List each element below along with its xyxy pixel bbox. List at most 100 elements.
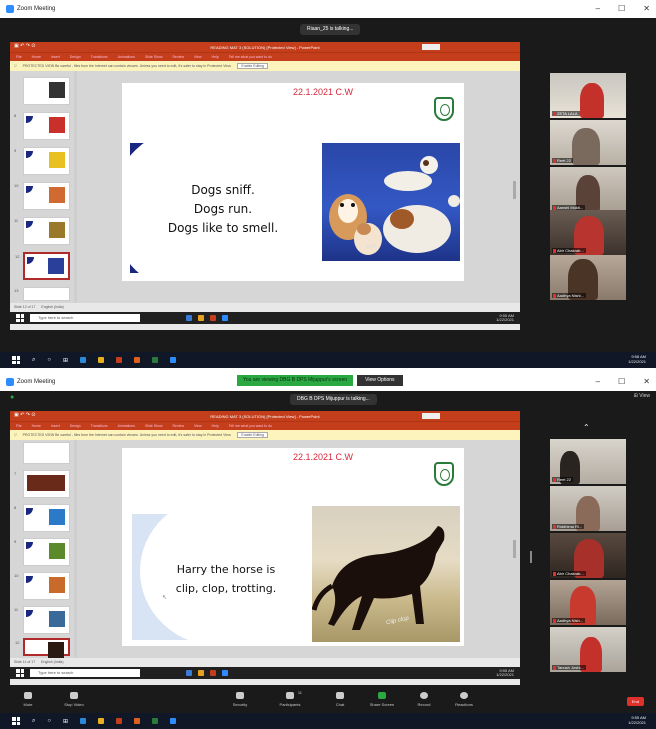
tab-slide-show[interactable]: Slide Show — [145, 55, 163, 59]
slide-thumbnail[interactable]: 7 — [14, 470, 70, 498]
powerpoint-icon[interactable] — [210, 670, 216, 676]
tab-animations[interactable]: Animations — [118, 55, 135, 59]
zoom-icon[interactable] — [170, 357, 177, 363]
minimize-icon[interactable]: – — [596, 377, 600, 386]
app-icon[interactable] — [152, 718, 159, 724]
search-box[interactable]: Type here to search — [30, 669, 140, 677]
file-explorer-icon[interactable] — [98, 718, 105, 724]
stop-video-button[interactable]: Stop Video — [56, 692, 92, 707]
app-icon[interactable] — [186, 315, 192, 321]
chrome-icon[interactable] — [134, 718, 141, 724]
tab-design[interactable]: Design — [70, 424, 81, 428]
slide-thumbnail[interactable]: 8 — [14, 112, 70, 140]
tell-me-search[interactable]: Tell me what you want to do — [229, 55, 272, 59]
app-icon[interactable] — [186, 670, 192, 676]
quick-access-icons[interactable]: ▣ ↶ ↷ ⊙ — [14, 412, 35, 418]
slide-thumbnail-selected[interactable]: 12 — [15, 638, 70, 658]
chat-button[interactable]: Chat — [322, 692, 358, 707]
powerpoint-icon[interactable] — [210, 315, 216, 321]
tab-file[interactable]: File — [16, 424, 22, 428]
slide-thumbnail[interactable] — [23, 77, 70, 105]
maximize-icon[interactable]: ☐ — [618, 377, 625, 386]
sign-in-button[interactable] — [422, 44, 440, 50]
tab-transitions[interactable]: Transitions — [91, 55, 108, 59]
windows-start-icon[interactable] — [16, 314, 24, 322]
edge-icon[interactable] — [80, 718, 87, 724]
end-meeting-button[interactable]: End — [626, 697, 644, 706]
chrome-icon[interactable] — [134, 357, 141, 363]
panel-resize-handle[interactable] — [530, 551, 532, 563]
participant-video[interactable]: ZETA LALA — [550, 73, 626, 118]
cortana-icon[interactable]: ○ — [47, 357, 51, 363]
file-explorer-icon[interactable] — [98, 357, 105, 363]
participant-video[interactable]: Aadhya Nish... — [550, 580, 626, 625]
participants-button[interactable]: Participants 11 — [272, 690, 308, 707]
tab-transitions[interactable]: Transitions — [91, 424, 108, 428]
thumbnail-scrollbar[interactable] — [74, 71, 77, 303]
edge-icon[interactable] — [80, 357, 87, 363]
slide-thumbnail[interactable]: 13 — [14, 287, 70, 301]
tab-view[interactable]: View — [194, 424, 202, 428]
tab-home[interactable]: Home — [32, 424, 41, 428]
windows-start-icon[interactable] — [12, 356, 20, 364]
view-button[interactable]: ⊞ View — [634, 393, 650, 399]
cortana-icon[interactable]: ○ — [47, 718, 51, 724]
app-icon[interactable] — [198, 315, 204, 321]
slide-thumbnail[interactable]: 10 — [14, 182, 70, 210]
participant-video[interactable]: Reet 22 — [550, 120, 626, 165]
app-icon[interactable] — [152, 357, 159, 363]
tab-review[interactable]: Review — [173, 424, 184, 428]
mute-button[interactable]: Mute — [10, 692, 46, 707]
task-view-icon[interactable]: ⊞ — [63, 357, 68, 364]
participant-video[interactable]: Aadhya Nishi... — [550, 255, 626, 300]
windows-start-icon[interactable] — [12, 717, 20, 725]
maximize-icon[interactable]: ☐ — [618, 4, 625, 13]
thumbnail-scrollbar[interactable] — [74, 440, 77, 658]
app-icon[interactable] — [198, 670, 204, 676]
participant-video[interactable]: Tanush Joshi... — [550, 627, 626, 672]
record-button[interactable]: Record — [406, 692, 442, 707]
tab-help[interactable]: Help — [212, 55, 219, 59]
windows-start-icon[interactable] — [16, 669, 24, 677]
slide-thumbnail[interactable]: 8 — [14, 504, 70, 532]
participant-video[interactable]: Aanshi Mukti... — [550, 167, 626, 212]
tab-design[interactable]: Design — [70, 55, 81, 59]
participant-video[interactable]: Abir Chakrab... — [550, 533, 626, 578]
quick-access-icons[interactable]: ▣ ↶ ↷ ⊙ — [14, 43, 35, 49]
tab-insert[interactable]: Insert — [51, 424, 60, 428]
zoom-icon[interactable] — [170, 718, 177, 724]
minimize-icon[interactable]: – — [596, 4, 600, 13]
tab-file[interactable]: File — [16, 55, 22, 59]
search-icon[interactable]: ⌕ — [32, 718, 35, 725]
enable-editing-button[interactable]: Enable Editing — [237, 63, 268, 69]
tab-insert[interactable]: Insert — [51, 55, 60, 59]
search-icon[interactable]: ⌕ — [32, 357, 35, 364]
slide-thumbnail[interactable]: 10 — [14, 572, 70, 600]
security-button[interactable]: Security — [222, 692, 258, 707]
chevron-up-icon[interactable]: ⌃ — [583, 423, 590, 432]
close-icon[interactable]: ✕ — [643, 4, 650, 13]
tab-help[interactable]: Help — [212, 424, 219, 428]
view-options-button[interactable]: View Options — [357, 375, 403, 386]
close-icon[interactable]: ✕ — [643, 377, 650, 386]
slide-thumbnail[interactable]: 9 — [14, 538, 70, 566]
zoom-icon[interactable] — [222, 670, 228, 676]
enable-editing-button[interactable]: Enable Editing — [237, 432, 268, 438]
slide-thumbnail[interactable]: 11 — [14, 217, 70, 245]
tab-home[interactable]: Home — [32, 55, 41, 59]
slide-thumbnail[interactable]: 9 — [14, 147, 70, 175]
tab-slide-show[interactable]: Slide Show — [145, 424, 163, 428]
slide-thumbnail[interactable]: 11 — [14, 606, 70, 634]
slide-scrollbar[interactable] — [513, 181, 516, 199]
tell-me-search[interactable]: Tell me what you want to do — [229, 424, 272, 428]
share-screen-button[interactable]: Share Screen — [364, 692, 400, 707]
powerpoint-icon[interactable] — [116, 357, 123, 363]
reactions-button[interactable]: Reactions — [446, 692, 482, 707]
zoom-icon[interactable] — [222, 315, 228, 321]
participant-video[interactable]: Abir Chakrab... — [550, 210, 626, 255]
sign-in-button[interactable] — [422, 413, 440, 419]
powerpoint-icon[interactable] — [116, 718, 123, 724]
slide-thumbnail-selected[interactable]: 12 — [15, 252, 70, 280]
slide-thumbnail[interactable] — [23, 442, 70, 464]
participant-video[interactable]: Riddhima Ri... — [550, 486, 626, 531]
